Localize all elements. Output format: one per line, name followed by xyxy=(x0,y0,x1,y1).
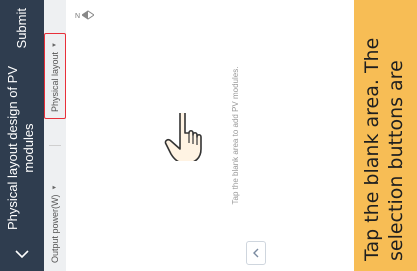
submit-button[interactable]: Submit xyxy=(14,8,30,48)
compass-arrow-icon xyxy=(82,10,94,20)
page-title: Physical layout design of PV modules xyxy=(5,65,36,231)
chevron-up-icon xyxy=(253,248,259,258)
back-button[interactable] xyxy=(10,243,34,265)
tab-physical-layout[interactable]: Physical layout ▼ xyxy=(44,33,66,119)
chevron-left-icon xyxy=(15,250,29,259)
instruction-banner: Tap the blank area. The selection button… xyxy=(354,0,417,271)
tab-output-power-label: Output power(W) xyxy=(50,194,60,263)
compass-indicator: N xyxy=(74,10,94,20)
caret-down-icon: ▼ xyxy=(52,42,58,48)
instruction-text: Tap the blank area. The selection button… xyxy=(361,37,407,261)
collapse-button[interactable] xyxy=(246,241,266,265)
app-header: Physical layout design of PV modules Sub… xyxy=(0,0,44,271)
tab-divider xyxy=(49,145,61,146)
tab-physical-layout-label: Physical layout xyxy=(50,51,60,112)
caret-down-icon: ▼ xyxy=(52,184,58,191)
screenshot-stage: Physical layout design of PV modules Sub… xyxy=(0,0,417,271)
layout-canvas[interactable]: N Tap the blank area to add PV modules. xyxy=(66,0,354,271)
app-screen: Physical layout design of PV modules Sub… xyxy=(0,0,354,271)
tap-hand-icon xyxy=(164,113,202,161)
tab-output-power[interactable]: Output power(W) ▼ xyxy=(44,185,66,263)
empty-canvas-hint: Tap the blank area to add PV modules. xyxy=(231,66,240,205)
compass-north-label: N xyxy=(74,12,81,20)
tab-bar: Output power(W) ▼ Physical layout ▼ xyxy=(44,0,67,271)
